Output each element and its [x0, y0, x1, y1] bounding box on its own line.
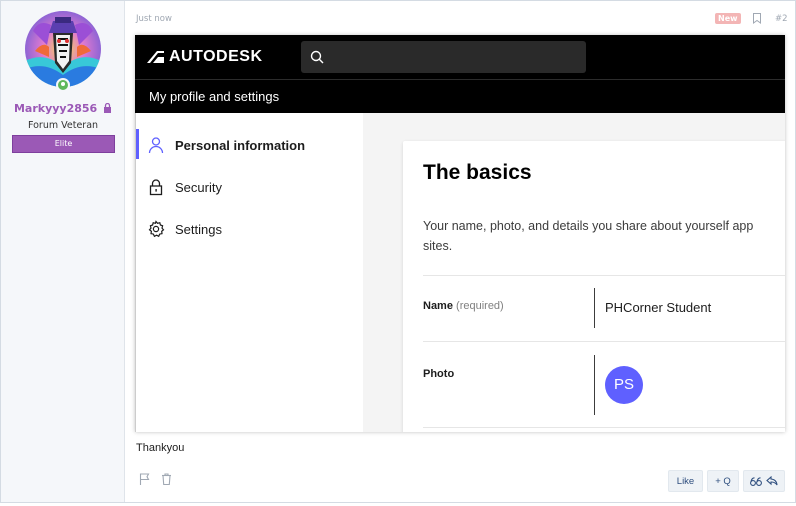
divider [423, 427, 785, 428]
user-banner: Elite [12, 135, 115, 153]
basics-card: The basics Your name, photo, and details… [403, 141, 785, 432]
required-label: (required) [456, 300, 504, 312]
brand-name: AUTODESK [169, 48, 263, 65]
sidebar-item-label: Security [175, 179, 222, 195]
sidebar-item-label: Settings [175, 221, 222, 237]
lock-badge-icon [104, 102, 112, 113]
card-title: The basics [423, 161, 532, 184]
search-input[interactable] [301, 41, 586, 73]
divider [423, 341, 785, 342]
reply-button[interactable] [743, 470, 785, 492]
card-description-line: Your name, photo, and details you share … [423, 219, 754, 233]
search-icon [310, 50, 324, 64]
post-time[interactable]: Just now [136, 14, 172, 24]
gear-icon [148, 220, 165, 238]
like-button[interactable]: Like [668, 470, 703, 492]
user-title: Forum Veteran [27, 120, 99, 131]
subheader-bar: My profile and settings [135, 79, 785, 113]
report-flag-icon[interactable] [139, 473, 150, 485]
username[interactable]: Markyyy2856 [1, 102, 125, 115]
embedded-screenshot: AUTODESK My profile and settings Persona… [135, 35, 785, 432]
card-description-line: sites. [423, 239, 453, 253]
name-label: Name (required) [423, 300, 504, 312]
subheader-title: My profile and settings [149, 89, 280, 104]
name-label-text: Name [423, 300, 453, 312]
sidebar-item-security[interactable]: Security [136, 169, 364, 205]
main-content: The basics Your name, photo, and details… [363, 113, 785, 432]
online-status-icon [56, 78, 70, 92]
quote-button[interactable]: + Q [707, 470, 739, 492]
divider [423, 275, 785, 276]
post-number[interactable]: #2 [775, 14, 788, 24]
reply-icon [766, 476, 778, 486]
name-value[interactable]: PHCorner Student [605, 300, 711, 315]
divider [594, 355, 595, 415]
bookmark-icon[interactable] [753, 13, 761, 24]
sidebar-item-settings[interactable]: Settings [136, 211, 364, 247]
card-description: Your name, photo, and details you share … [423, 216, 785, 256]
delete-trash-icon[interactable] [161, 473, 172, 485]
avatar[interactable] [25, 11, 101, 87]
autodesk-topbar: AUTODESK [135, 35, 785, 79]
person-icon [148, 137, 164, 154]
profile-photo[interactable]: PS [605, 366, 643, 404]
autodesk-logo-icon [147, 51, 164, 63]
sidebar-item-personal-information[interactable]: Personal information [136, 127, 364, 163]
divider [594, 288, 595, 328]
settings-sidebar: Personal information Security Settings [135, 113, 363, 432]
autodesk-logo: AUTODESK [147, 48, 263, 66]
user-column: Markyyy2856 Forum Veteran Elite [1, 1, 125, 502]
sidebar-item-label: Personal information [175, 137, 306, 153]
username-text[interactable]: Markyyy2856 [14, 102, 97, 115]
forum-post: Markyyy2856 Forum Veteran Elite Just now… [0, 0, 796, 503]
post-message: Thankyou [136, 442, 185, 454]
lock-icon [149, 179, 163, 196]
new-badge: New [715, 13, 741, 24]
photo-label: Photo [423, 368, 455, 380]
quote-marks-icon [750, 476, 762, 486]
